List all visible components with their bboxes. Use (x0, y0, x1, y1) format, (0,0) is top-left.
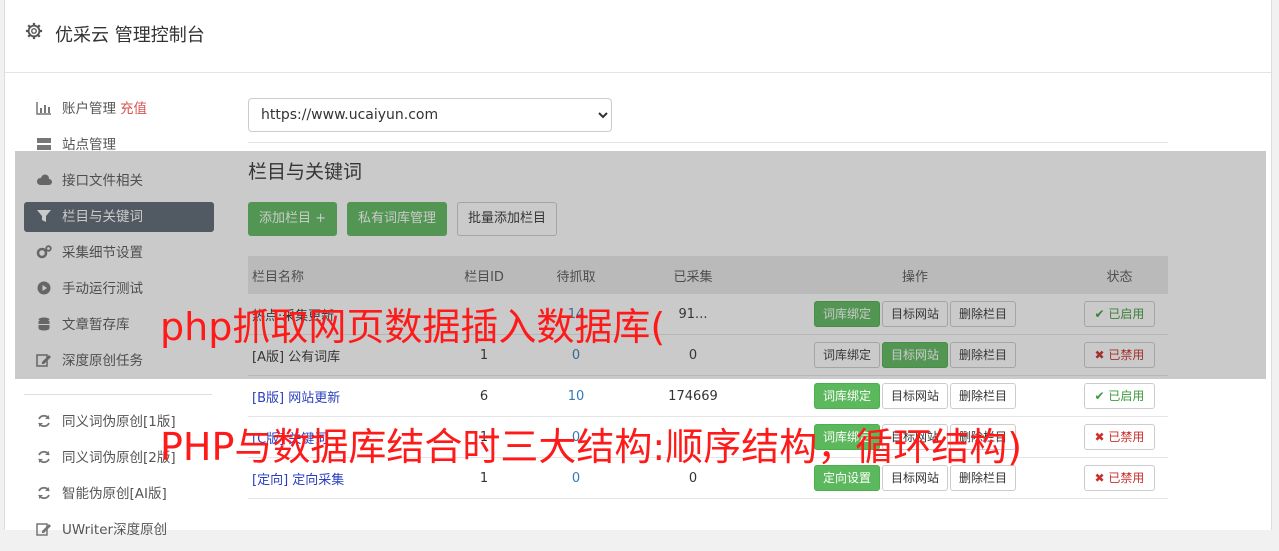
sidebar-item-label: UWriter深度原创 (62, 522, 168, 538)
collected-count: 0 (688, 470, 698, 486)
sidebar-item-label: 同义词伪原创[2版] (62, 450, 176, 466)
target-site-button[interactable]: 目标网站 (881, 383, 948, 409)
column-name-cell: [B版] 网站更新 (248, 375, 443, 417)
recharge-link[interactable]: 充值 (120, 101, 147, 117)
collected-count-cell: 174669 (627, 375, 759, 417)
site-select[interactable]: https://www.ucaiyun.com (248, 98, 612, 132)
status-cell: ✖ 已禁用 (1071, 457, 1168, 499)
status-cell: ✔ 已启用 (1071, 375, 1168, 417)
status-toggle[interactable]: ✖ 已禁用 (1083, 424, 1156, 450)
sidebar-item-account[interactable]: 账户管理 充值 (24, 94, 214, 124)
pending-count[interactable]: 10 (568, 389, 585, 404)
status-toggle[interactable]: ✔ 已启用 (1083, 383, 1156, 409)
column-id-cell: 6 (443, 375, 525, 417)
page-title: 优采云 管理控制台 (55, 25, 205, 46)
refresh-icon (38, 414, 50, 428)
gear-icon (25, 22, 43, 40)
watermark-line-1: php抓取网页数据插入数据库( (160, 305, 666, 349)
refresh-icon (38, 486, 50, 500)
close-icon: ✖ (1094, 430, 1109, 444)
status-label: 已启用 (1108, 389, 1145, 403)
edit-icon (36, 523, 51, 536)
status-label: 已禁用 (1108, 430, 1145, 444)
check-icon: ✔ (1094, 389, 1109, 403)
sidebar-item-label: 同义词伪原创[1版] (62, 414, 176, 430)
sidebar-item-ai-original[interactable]: 智能伪原创[AI版] (24, 479, 214, 509)
column-name: [B版] 网站更新 (252, 390, 341, 406)
server-icon (37, 138, 51, 150)
refresh-icon (38, 450, 50, 464)
sidebar-item-label: 账户管理 (62, 101, 116, 117)
watermark-line-2: PHP与数据库结合时三大结构:顺序结构，循环结构) (160, 425, 1023, 469)
bind-lexicon-button[interactable]: 词库绑定 (813, 383, 880, 409)
status-cell: ✖ 已禁用 (1071, 416, 1168, 458)
pending-count[interactable]: 0 (572, 471, 580, 486)
divider (248, 142, 1168, 143)
collected-count: 174669 (668, 388, 718, 404)
table-row: [B版] 网站更新 6 10 174669 词库绑定 目标网站 删除栏目 ✔ 已启用 (248, 375, 1168, 417)
header: 优采云 管理控制台 (5, 0, 1271, 73)
column-id: 1 (479, 470, 489, 486)
column-id: 6 (479, 388, 489, 404)
sidebar-divider (24, 394, 212, 395)
sidebar-item-label: 智能伪原创[AI版] (62, 486, 167, 502)
status-toggle[interactable]: ✖ 已禁用 (1083, 465, 1156, 491)
pending-count-cell: 10 (525, 375, 627, 417)
delete-column-button[interactable]: 删除栏目 (950, 383, 1017, 409)
column-name: [定向] 定向采集 (252, 472, 345, 488)
close-icon: ✖ (1094, 471, 1109, 485)
sidebar-item-uwriter[interactable]: UWriter深度原创 (24, 515, 214, 545)
bar-chart-icon (36, 102, 51, 115)
status-label: 已禁用 (1108, 471, 1145, 485)
ops-cell: 词库绑定 目标网站 删除栏目 (759, 375, 1071, 417)
